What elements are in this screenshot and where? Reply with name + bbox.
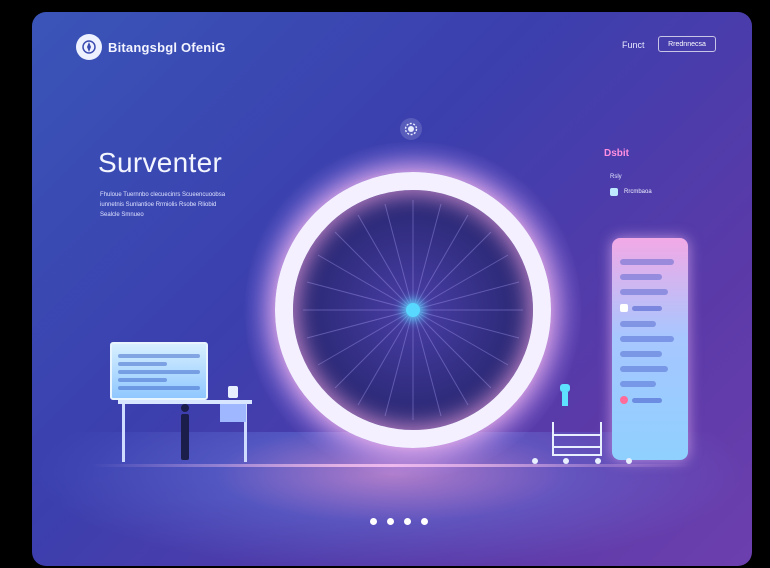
desk-drawer — [220, 404, 246, 422]
right-panel-item[interactable]: Rrcmbaoa — [610, 188, 652, 196]
phone-line — [620, 259, 674, 265]
phone-line — [620, 351, 662, 357]
mug-illustration — [228, 386, 238, 398]
phone-mockup — [612, 238, 688, 460]
wheels — [532, 458, 632, 464]
phone-line — [620, 289, 668, 295]
nav-link[interactable]: Funct — [622, 40, 645, 50]
desk-leg — [122, 404, 125, 462]
carousel-dot[interactable] — [421, 518, 428, 525]
phone-line — [620, 321, 656, 327]
phone-line — [620, 274, 662, 280]
phone-line — [620, 366, 668, 372]
ring-hub — [406, 303, 420, 317]
phone-chip — [620, 304, 680, 312]
nav-cta-button[interactable]: Rrednnecsa — [658, 36, 716, 52]
right-panel-caption: Rsly — [610, 174, 622, 180]
phone-line — [620, 336, 674, 342]
brand-name[interactable]: Bitangsbgl OfeniG — [108, 40, 226, 55]
carousel-dots — [370, 518, 428, 525]
app-window: Bitangsbgl OfeniG Funct Rrednnecsa Surve… — [32, 12, 752, 566]
top-navigation-bar: Bitangsbgl OfeniG Funct Rrednnecsa — [32, 12, 752, 72]
compass-logo-icon[interactable] — [76, 34, 102, 60]
gear-icon[interactable] — [400, 118, 422, 140]
ring — [275, 172, 551, 448]
hero-description: Fhuloue Tuernnbo clecuecinrs Scueencuoob… — [100, 192, 226, 218]
carousel-dot[interactable] — [370, 518, 377, 525]
phone-chip — [620, 396, 680, 404]
right-panel-title: Dsbit — [604, 148, 629, 159]
portal-ring-illustration — [245, 142, 581, 478]
carousel-dot[interactable] — [387, 518, 394, 525]
robot-icon — [560, 384, 570, 406]
item-icon — [610, 188, 618, 196]
cart-illustration — [552, 422, 602, 456]
monitor-illustration — [110, 342, 208, 400]
hero-title: Surventer — [98, 147, 223, 178]
person-illustration — [180, 404, 190, 460]
right-panel-item-label: Rrcmbaoa — [624, 189, 652, 195]
phone-line — [620, 381, 656, 387]
carousel-dot[interactable] — [404, 518, 411, 525]
